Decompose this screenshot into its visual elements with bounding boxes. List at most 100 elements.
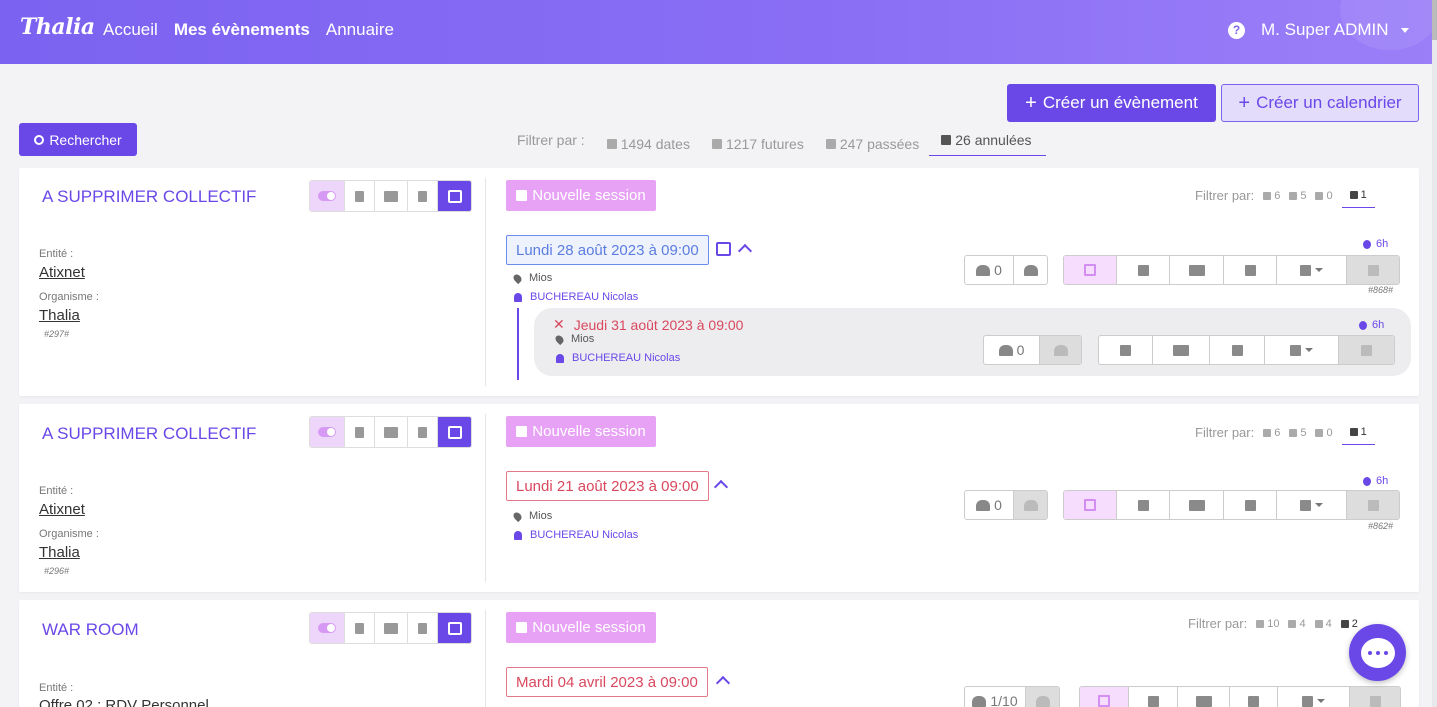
event-title[interactable]: A SUPPRIMER COLLECTIF [42, 187, 256, 207]
checklist-dropdown[interactable] [1278, 687, 1350, 707]
filter-count: 0 [1326, 189, 1333, 202]
help-icon[interactable]: ? [1228, 22, 1245, 39]
visibility-toggle[interactable] [310, 417, 345, 447]
clipboard-button[interactable] [1129, 687, 1178, 707]
add-participant-button[interactable] [1014, 256, 1047, 284]
add-participant-button[interactable] [1014, 491, 1047, 519]
clipboard-button[interactable] [345, 417, 375, 447]
filter-all-dates[interactable]: 1494 dates [606, 132, 690, 156]
chevron-up-icon[interactable] [713, 479, 729, 495]
filter-count: 1 [1360, 426, 1367, 438]
transfer-button[interactable] [1178, 687, 1230, 707]
session-filter-past[interactable]: 4 [1314, 618, 1332, 630]
organisme-link[interactable]: Thalia [39, 307, 80, 324]
document-button[interactable] [408, 417, 438, 447]
filter-past[interactable]: 247 passées [825, 132, 919, 156]
session-date[interactable]: Mardi 04 avril 2023 à 09:00 [506, 667, 708, 697]
clipboard-button[interactable] [1117, 256, 1170, 284]
document-button[interactable] [408, 181, 438, 211]
session-filter-past[interactable]: 0 [1315, 427, 1333, 439]
document-button[interactable] [408, 613, 438, 643]
clipboard-button[interactable] [345, 181, 375, 211]
page-scrollbar[interactable] [1432, 0, 1437, 707]
checklist-dropdown[interactable] [1265, 336, 1339, 364]
create-event-button[interactable]: + Créer un évènement [1007, 84, 1216, 122]
clipboard-button[interactable] [345, 613, 375, 643]
cancel-session-button[interactable] [1347, 491, 1399, 519]
session-filter-cancelled[interactable]: 2 [1340, 618, 1358, 630]
cancelled-session-date[interactable]: ✕ Jeudi 31 août 2023 à 09:00 [553, 316, 743, 333]
chat-button[interactable] [1349, 624, 1406, 681]
session-person[interactable]: BUCHEREAU Nicolas [514, 529, 638, 541]
calendar-button[interactable] [1064, 256, 1117, 284]
app-logo[interactable]: Thalia [20, 14, 95, 40]
session-person[interactable]: BUCHEREAU Nicolas [514, 291, 638, 303]
document-button[interactable] [1210, 336, 1265, 364]
session-filter-future[interactable]: 5 [1289, 427, 1306, 439]
session-filter-cancelled[interactable]: 1 [1341, 426, 1375, 445]
transfer-button[interactable] [375, 613, 408, 643]
document-icon [1231, 344, 1243, 356]
new-session-button[interactable]: Nouvelle session [506, 180, 656, 211]
session-filter-future[interactable]: 5 [1289, 190, 1306, 202]
clipboard-button[interactable] [1117, 491, 1170, 519]
organisme-link[interactable]: Thalia [39, 544, 80, 561]
event-title[interactable]: WAR ROOM [42, 620, 139, 640]
edit-icon[interactable] [716, 242, 731, 256]
session-date[interactable]: Lundi 28 août 2023 à 09:00 [506, 235, 709, 265]
search-button[interactable]: Rechercher [19, 123, 137, 156]
new-session-button[interactable]: Nouvelle session [506, 612, 656, 643]
participants-count-button[interactable]: 1/10 [965, 687, 1026, 707]
add-participant-button[interactable] [1040, 336, 1081, 364]
add-participant-button[interactable] [1026, 687, 1059, 707]
entity-link[interactable]: Atixnet [39, 264, 85, 281]
nav-accueil[interactable]: Accueil [103, 20, 158, 40]
session-filter-past[interactable]: 0 [1315, 189, 1333, 202]
document-button[interactable] [1230, 687, 1278, 707]
participants-count-button[interactable]: 0 [984, 336, 1040, 364]
chevron-up-icon[interactable] [715, 675, 731, 691]
checklist-dropdown[interactable] [1277, 256, 1347, 284]
session-filter-all[interactable]: 10 [1256, 618, 1279, 630]
document-button[interactable] [1224, 491, 1277, 519]
session-filter-cancelled[interactable]: 1 [1341, 189, 1375, 208]
chevron-down-icon[interactable] [1401, 28, 1409, 33]
session-disabled-button[interactable] [1339, 336, 1394, 364]
chevron-up-icon[interactable] [737, 243, 753, 259]
cancel-session-button[interactable] [1350, 687, 1400, 707]
create-calendar-button[interactable]: + Créer un calendrier [1221, 84, 1419, 122]
participants-count-button[interactable]: 0 [965, 256, 1014, 284]
scrollbar-thumb[interactable] [1432, 0, 1437, 40]
entity-link[interactable]: Atixnet [39, 501, 85, 518]
transfer-button[interactable] [1153, 336, 1210, 364]
document-button[interactable] [1224, 256, 1277, 284]
session-filter-all[interactable]: 6 [1263, 190, 1280, 202]
visibility-toggle[interactable] [310, 181, 345, 211]
calendar-button[interactable] [1080, 687, 1129, 707]
entity-value[interactable]: Offre 02 : RDV Personnel [39, 697, 209, 707]
session-filter-all[interactable]: 6 [1263, 427, 1280, 439]
transfer-button[interactable] [375, 417, 408, 447]
edit-event-button[interactable] [438, 417, 471, 447]
edit-event-button[interactable] [438, 613, 471, 643]
transfer-button[interactable] [375, 181, 408, 211]
session-date[interactable]: Lundi 21 août 2023 à 09:00 [506, 471, 709, 501]
calendar-button[interactable] [1064, 491, 1117, 519]
cancel-session-button[interactable] [1347, 256, 1399, 284]
event-title[interactable]: A SUPPRIMER COLLECTIF [42, 424, 256, 444]
transfer-button[interactable] [1170, 256, 1224, 284]
visibility-toggle[interactable] [310, 613, 345, 643]
session-filter-future[interactable]: 4 [1288, 618, 1306, 630]
cancelled-person[interactable]: BUCHEREAU Nicolas [556, 352, 680, 364]
transfer-button[interactable] [1170, 491, 1224, 519]
participants-count-button[interactable]: 0 [965, 491, 1014, 519]
nav-mes-evenements[interactable]: Mes évènements [174, 20, 310, 40]
nav-annuaire[interactable]: Annuaire [326, 20, 394, 40]
filter-future[interactable]: 1217 futures [711, 132, 804, 156]
edit-event-button[interactable] [438, 181, 471, 211]
clipboard-button[interactable] [1099, 336, 1153, 364]
checklist-dropdown[interactable] [1277, 491, 1347, 519]
filter-cancelled[interactable]: 26 annulées [929, 132, 1046, 156]
new-session-button[interactable]: Nouvelle session [506, 416, 656, 447]
user-menu[interactable]: M. Super ADMIN [1261, 20, 1389, 40]
